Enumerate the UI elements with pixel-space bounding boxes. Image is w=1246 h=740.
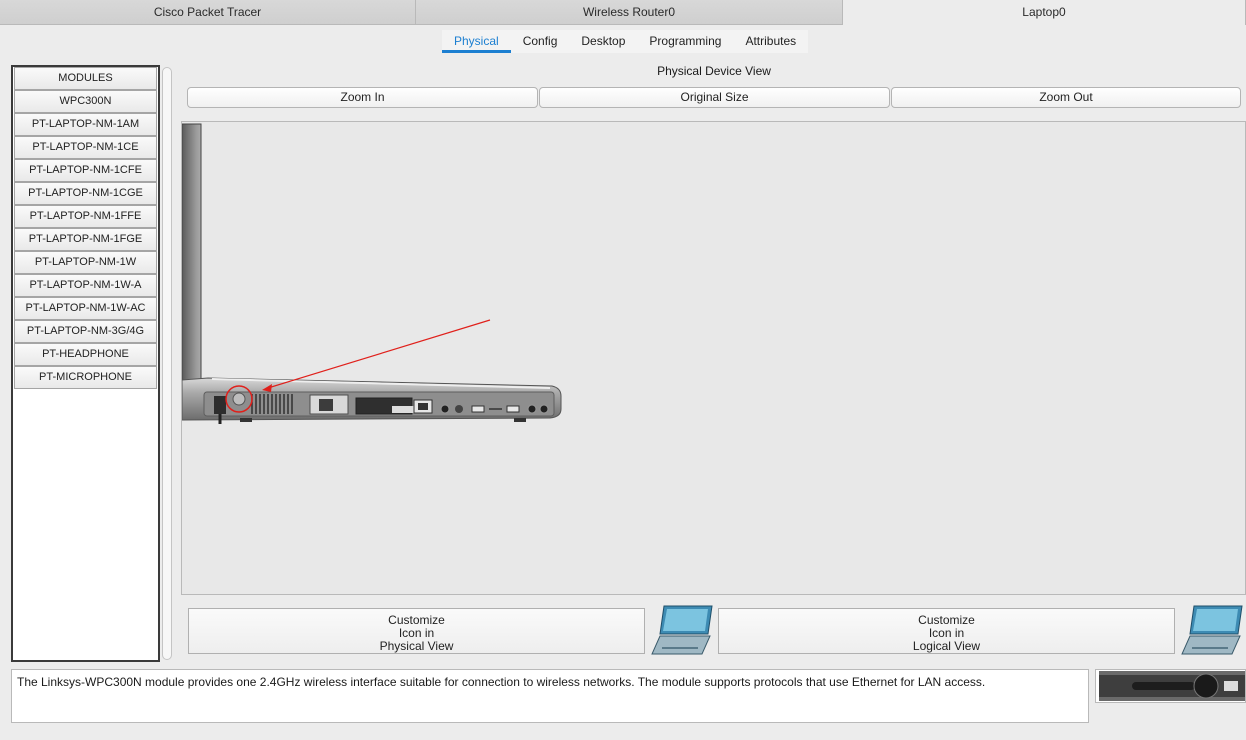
module-item[interactable]: PT-LAPTOP-NM-1AM	[14, 113, 157, 136]
module-thumbnail	[1095, 669, 1246, 703]
module-item[interactable]: PT-LAPTOP-NM-1CFE	[14, 159, 157, 182]
module-item[interactable]: PT-MICROPHONE	[14, 366, 157, 389]
module-item[interactable]: PT-LAPTOP-NM-1W-AC	[14, 297, 157, 320]
module-item[interactable]: PT-LAPTOP-NM-1W-A	[14, 274, 157, 297]
tab-config[interactable]: Config	[511, 30, 570, 53]
modules-scrollbar[interactable]	[162, 67, 172, 660]
tab-programming[interactable]: Programming	[637, 30, 733, 53]
window-tab-bar: Cisco Packet Tracer Wireless Router0 Lap…	[0, 0, 1246, 25]
customize-physical-line3: Physical View	[379, 639, 454, 653]
module-item[interactable]: PT-LAPTOP-NM-3G/4G	[14, 320, 157, 343]
laptop-side-view	[181, 123, 562, 424]
customize-logical-icon-button[interactable]: Customize Icon in Logical View	[718, 608, 1175, 654]
customize-physical-icon-button[interactable]: Customize Icon in Physical View	[188, 608, 645, 654]
module-item[interactable]: PT-LAPTOP-NM-1FGE	[14, 228, 157, 251]
customize-logical-line3: Logical View	[912, 639, 981, 653]
module-item[interactable]: PT-LAPTOP-NM-1FFE	[14, 205, 157, 228]
laptop-logical-icon	[1181, 605, 1243, 655]
window-tab-packet-tracer[interactable]: Cisco Packet Tracer	[0, 0, 416, 25]
laptop-physical-icon	[651, 605, 713, 655]
original-size-button[interactable]: Original Size	[539, 87, 890, 108]
device-tab-bar: Physical Config Desktop Programming Attr…	[442, 30, 809, 53]
physical-view-canvas[interactable]	[181, 121, 1246, 595]
module-item[interactable]: WPC300N	[14, 90, 157, 113]
tab-attributes[interactable]: Attributes	[733, 30, 808, 53]
zoom-out-button[interactable]: Zoom Out	[891, 87, 1241, 108]
module-description: The Linksys-WPC300N module provides one …	[11, 669, 1089, 723]
modules-list: MODULES WPC300N PT-LAPTOP-NM-1AM PT-LAPT…	[11, 65, 160, 662]
physical-device-view-title: Physical Device View	[657, 64, 771, 78]
tab-physical[interactable]: Physical	[442, 30, 511, 53]
module-item[interactable]: PT-LAPTOP-NM-1CGE	[14, 182, 157, 205]
module-item[interactable]: PT-HEADPHONE	[14, 343, 157, 366]
modules-header: MODULES	[14, 67, 157, 90]
module-item[interactable]: PT-LAPTOP-NM-1CE	[14, 136, 157, 159]
tab-desktop[interactable]: Desktop	[569, 30, 637, 53]
window-tab-wireless-router0[interactable]: Wireless Router0	[416, 0, 843, 25]
wpc300n-module-image	[1099, 671, 1245, 701]
zoom-in-button[interactable]: Zoom In	[187, 87, 538, 108]
module-item[interactable]: PT-LAPTOP-NM-1W	[14, 251, 157, 274]
window-tab-laptop0[interactable]: Laptop0	[843, 0, 1246, 25]
